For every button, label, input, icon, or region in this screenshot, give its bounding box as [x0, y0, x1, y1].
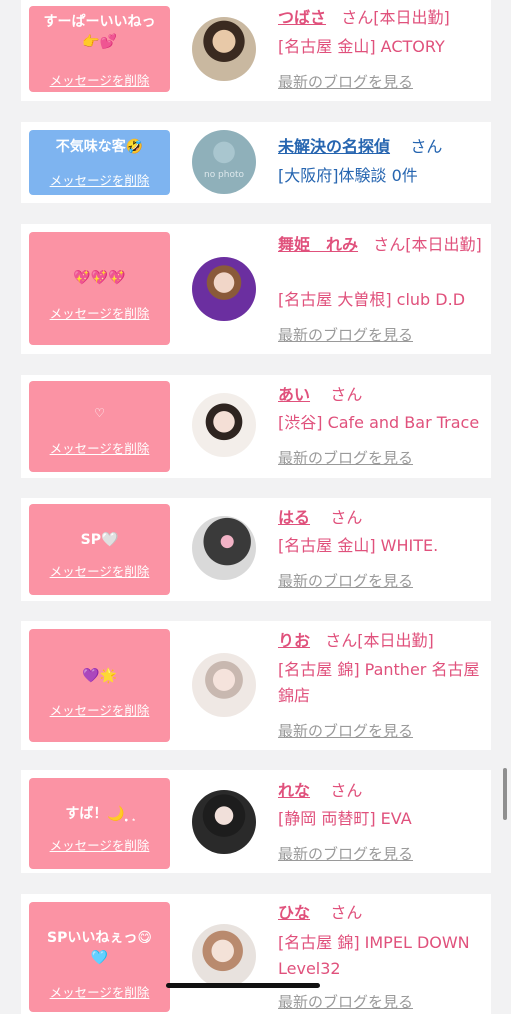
delete-message-link[interactable]: メッセージを削除: [29, 438, 170, 457]
avatar[interactable]: [192, 393, 256, 457]
shop-info: [渋谷] Cafe and Bar Trace: [278, 413, 480, 432]
cast-name-link[interactable]: あい: [278, 385, 310, 404]
honorific: さん: [330, 385, 363, 404]
favorite-card: 不気味な客🤣 メッセージを削除 no photo 未解決の名探偵 さん [大阪府…: [21, 122, 491, 203]
shop-info: [名古屋 錦] IMPEL DOWN Level32: [278, 933, 470, 978]
favorite-card: すーぱーいいねっ 👉💕 メッセージを削除 つばさ さん[本日出勤] [名古屋 金…: [21, 0, 491, 101]
honorific: さん: [373, 235, 406, 254]
avatar[interactable]: [192, 653, 256, 717]
shop-info: [名古屋 錦] Panther 名古屋錦店: [278, 660, 480, 705]
message-text: 💖💖💖: [73, 270, 126, 286]
latest-blog-link[interactable]: 最新のブログを見る: [278, 447, 413, 468]
favorite-card: SPいいねぇっ😋 🩵 メッセージを削除 ひな さん [名古屋 錦] IMPEL …: [21, 894, 491, 1014]
delete-message-link[interactable]: メッセージを削除: [29, 70, 170, 89]
message-box: 💜🌟 メッセージを削除: [29, 629, 170, 742]
avatar[interactable]: [192, 924, 256, 988]
honorific: さん: [341, 8, 374, 27]
avatar[interactable]: [192, 17, 256, 81]
cast-name-link[interactable]: りお: [278, 631, 310, 650]
shop-info: [静岡 両替町] EVA: [278, 809, 412, 828]
message-text: SP🤍: [80, 532, 119, 548]
favorite-card: SP🤍 メッセージを削除 はる さん [名古屋 金山] WHITE. 最新のブロ…: [21, 498, 491, 601]
latest-blog-link[interactable]: 最新のブログを見る: [278, 843, 413, 864]
cast-name-link[interactable]: つばさ: [278, 8, 326, 27]
message-box: ♡ メッセージを削除: [29, 381, 170, 472]
avatar[interactable]: [192, 257, 256, 321]
delete-message-link[interactable]: メッセージを削除: [29, 303, 170, 322]
honorific: さん: [330, 903, 363, 922]
message-box: SP🤍 メッセージを削除: [29, 504, 170, 595]
honorific: さん: [325, 631, 358, 650]
message-box: すば！🌙 ̣̩ ͙ メッセージを削除: [29, 778, 170, 869]
shop-info: [名古屋 金山] WHITE.: [278, 536, 439, 555]
honorific: さん: [330, 781, 363, 800]
message-text: 不気味な客🤣: [55, 139, 144, 155]
honorific: さん: [410, 137, 443, 156]
delete-message-link[interactable]: メッセージを削除: [29, 982, 170, 1001]
message-text: ♡: [94, 406, 105, 420]
shop-info: [名古屋 大曽根] club D.D: [278, 290, 466, 309]
delete-message-link[interactable]: メッセージを削除: [29, 835, 170, 854]
favorite-card: すば！🌙 ̣̩ ͙ メッセージを削除 れな さん [静岡 両替町] EVA 最新…: [21, 770, 491, 873]
delete-message-link[interactable]: メッセージを削除: [29, 170, 170, 189]
avatar[interactable]: [192, 790, 256, 854]
review-info: [大阪府]体験談 0件: [278, 166, 418, 185]
latest-blog-link[interactable]: 最新のブログを見る: [278, 324, 413, 345]
latest-blog-link[interactable]: 最新のブログを見る: [278, 991, 413, 1012]
honorific: さん: [330, 508, 363, 527]
message-box: すーぱーいいねっ 👉💕 メッセージを削除: [29, 6, 170, 92]
attendance-status: [本日出勤]: [357, 631, 434, 650]
message-text: すば！🌙 ̣̩ ͙: [65, 806, 134, 822]
scrollbar[interactable]: [503, 768, 507, 820]
message-box: 不気味な客🤣 メッセージを削除: [29, 130, 170, 195]
attendance-status: [本日出勤]: [373, 8, 450, 27]
user-name-link[interactable]: 未解決の名探偵: [278, 137, 390, 156]
shop-info: [名古屋 金山] ACTORY: [278, 37, 445, 56]
cast-name-link[interactable]: ひな: [278, 903, 310, 922]
attendance-status: [本日出勤]: [405, 235, 482, 254]
favorite-card: 💖💖💖 メッセージを削除 舞姫 れみ さん[本日出勤] [名古屋 大曽根] cl…: [21, 224, 491, 354]
cast-name-link[interactable]: 舞姫 れみ: [278, 235, 358, 254]
delete-message-link[interactable]: メッセージを削除: [29, 700, 170, 719]
no-photo-text: no photo: [203, 170, 245, 180]
message-text: 💜🌟: [82, 668, 117, 684]
home-indicator[interactable]: [166, 983, 320, 988]
cast-name-link[interactable]: れな: [278, 781, 310, 800]
message-text: すーぱーいいねっ 👉💕: [43, 14, 156, 50]
favorite-card: ♡ メッセージを削除 あい さん [渋谷] Cafe and Bar Trace…: [21, 375, 491, 478]
message-box: 💖💖💖 メッセージを削除: [29, 232, 170, 345]
latest-blog-link[interactable]: 最新のブログを見る: [278, 570, 413, 591]
no-photo-avatar[interactable]: no photo: [192, 130, 256, 194]
cast-name-link[interactable]: はる: [278, 508, 310, 527]
message-box: SPいいねぇっ😋 🩵 メッセージを削除: [29, 902, 170, 1012]
delete-message-link[interactable]: メッセージを削除: [29, 561, 170, 580]
latest-blog-link[interactable]: 最新のブログを見る: [278, 71, 413, 92]
latest-blog-link[interactable]: 最新のブログを見る: [278, 720, 413, 741]
favorite-card: 💜🌟 メッセージを削除 りお さん[本日出勤] [名古屋 錦] Panther …: [21, 621, 491, 750]
message-text: SPいいねぇっ😋 🩵: [47, 930, 152, 966]
avatar[interactable]: [192, 516, 256, 580]
